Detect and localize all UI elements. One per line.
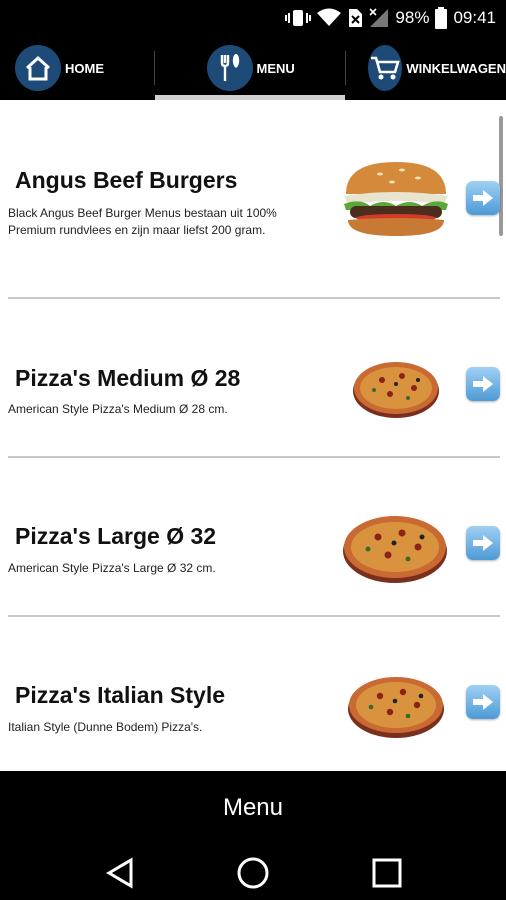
home-circle-icon <box>237 857 269 889</box>
item-title: Pizza's Large Ø 32 <box>15 523 217 549</box>
recents-button[interactable] <box>369 855 405 891</box>
divider <box>8 297 500 299</box>
signal-icon <box>369 8 389 28</box>
open-category-button[interactable] <box>466 526 500 560</box>
clock: 09:41 <box>453 8 496 27</box>
cutlery-icon <box>206 45 253 91</box>
item-description: Italian Style (Dunne Bodem) Pizza's. <box>8 720 203 734</box>
cart-icon <box>368 45 403 91</box>
divider <box>8 615 500 617</box>
recents-square-icon <box>372 858 402 888</box>
item-title: Pizza's Medium Ø 28 <box>15 365 241 391</box>
nosim-icon <box>347 8 363 28</box>
burger-image <box>344 162 448 236</box>
list-item[interactable]: Pizza's Large Ø 32 American Style Pizza'… <box>0 459 500 617</box>
nav-cart[interactable]: WINKELWAGEN <box>346 36 506 100</box>
back-triangle-icon <box>106 857 133 889</box>
nav-home[interactable]: HOME <box>0 36 154 100</box>
home-system-button[interactable] <box>235 855 271 891</box>
list-item[interactable]: Pizza's Italian Style Italian Style (Dun… <box>0 618 500 771</box>
nav-menu-label: MENU <box>256 60 295 76</box>
list-item[interactable]: Angus Beef Burgers Black Angus Beef Burg… <box>0 100 500 300</box>
vibrate-icon <box>285 8 312 28</box>
arrow-right-icon <box>473 535 493 551</box>
arrow-right-icon <box>473 376 493 392</box>
wifi-icon <box>317 8 342 28</box>
status-bar: 98% 09:41 <box>0 0 506 36</box>
open-category-button[interactable] <box>466 181 500 215</box>
pizza-image <box>343 516 447 583</box>
menu-list[interactable]: Angus Beef Burgers Black Angus Beef Burg… <box>0 100 506 771</box>
open-category-button[interactable] <box>466 685 500 719</box>
nav-menu[interactable]: MENU <box>154 36 346 100</box>
item-description: American Style Pizza's Medium Ø 28 cm. <box>8 402 228 416</box>
nav-cart-label: WINKELWAGEN <box>406 60 506 76</box>
divider <box>8 456 500 458</box>
battery-icon <box>435 7 448 29</box>
arrow-right-icon <box>473 694 493 710</box>
pizza-image <box>353 362 439 418</box>
home-icon <box>15 45 61 91</box>
item-title: Pizza's Italian Style <box>15 682 225 708</box>
battery-percent: 98% <box>395 8 430 27</box>
bottom-bar: Menu <box>0 771 506 845</box>
list-item[interactable]: Pizza's Medium Ø 28 American Style Pizza… <box>0 300 500 458</box>
item-description: Black Angus Beef Burger Menus bestaan ui… <box>8 206 277 237</box>
top-nav: HOME MENU WINKELWAGEN <box>0 36 506 100</box>
item-title: Angus Beef Burgers <box>15 167 238 193</box>
open-category-button[interactable] <box>466 367 500 401</box>
system-nav-bar <box>0 845 506 900</box>
item-description: American Style Pizza's Large Ø 32 cm. <box>8 561 216 575</box>
pizza-image <box>348 677 444 738</box>
bottom-title: Menu <box>222 794 284 821</box>
arrow-right-icon <box>473 190 493 206</box>
back-button[interactable] <box>102 855 138 891</box>
nav-home-label: HOME <box>65 60 104 76</box>
